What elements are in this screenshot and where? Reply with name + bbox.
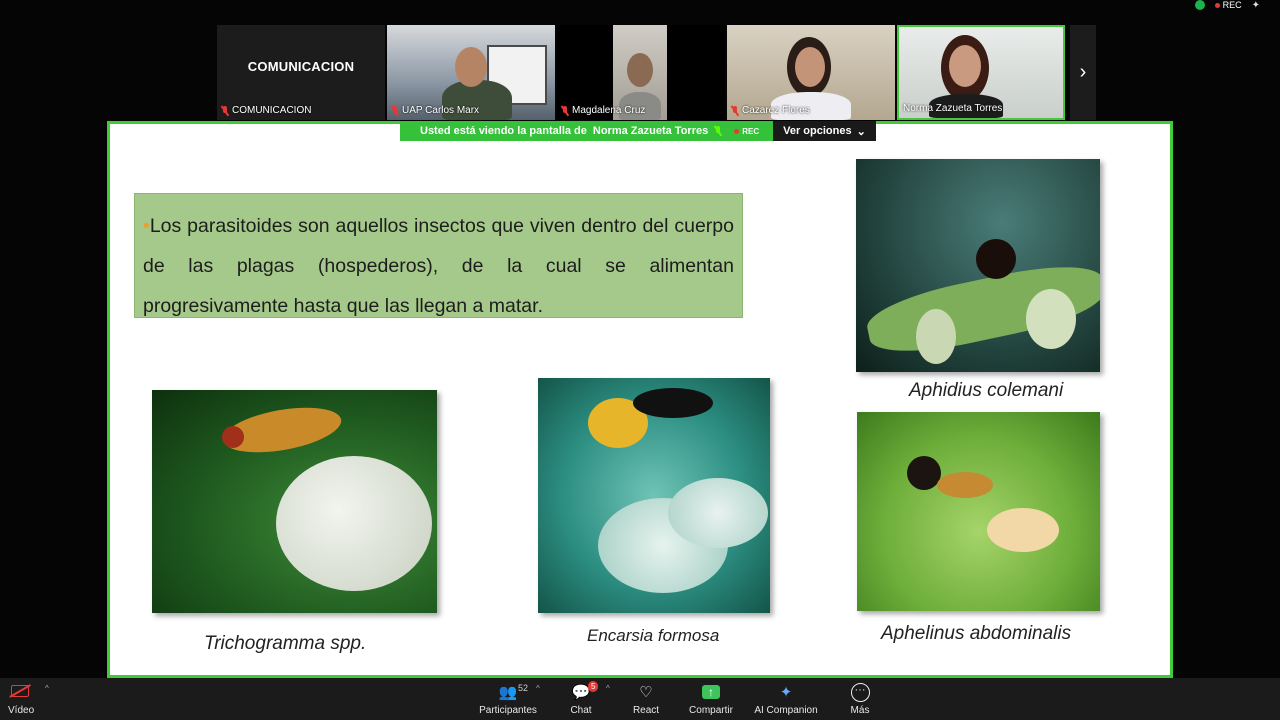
presenter-name: Norma Zazueta Torres [592,125,709,137]
video-button[interactable]: Vídeo [8,678,34,720]
caption-aphidius: Aphidius colemani [909,380,1064,401]
mic-icon [714,126,722,136]
bullet-icon: • [143,215,150,237]
encarsia-photo [538,378,770,613]
viewing-text: Usted está viendo la pantalla de [420,125,587,137]
participant-tile[interactable]: Magdalena Cruz [557,25,725,120]
recording-indicator: REC [1214,0,1242,10]
ai-sparkle-icon: ✦ [779,684,793,701]
share-arrow-icon: ↑ [702,685,720,699]
heart-icon: ♡ [639,684,653,701]
participant-tile-active-speaker[interactable]: Norma Zazueta Torres [897,25,1065,120]
participants-count: 52 [518,683,529,693]
caption-aphelinus: Aphelinus abdominalis [881,623,1072,644]
chat-unread-badge: 5 [588,681,599,692]
caption-encarsia: Encarsia formosa [587,626,720,645]
more-dots-icon: ··· [850,682,870,702]
banner-rec-indicator: REC [734,127,759,136]
mic-muted-icon [731,105,739,116]
view-options-button[interactable]: Ver opciones ⌄ [773,121,876,141]
aphelinus-photo [857,412,1100,611]
meeting-toolbar: Vídeo ^ 👥 52 ^ Participantes 💬 5 ^ Chat … [0,678,1280,720]
participant-tile[interactable]: Cazarez Flores [727,25,895,120]
sparkle-icon[interactable]: ✦ [1252,0,1260,11]
aphidius-photo [856,159,1100,372]
more-button[interactable]: ··· Más [826,678,894,720]
participant-name: Norma Zazueta Torres [903,103,1003,114]
participant-name: Magdalena Cruz [572,105,646,116]
participant-tile[interactable]: UAP Carlos Marx [387,25,555,120]
participant-name: Cazarez Flores [742,105,810,116]
chat-caret-icon[interactable]: ^ [606,684,610,693]
mic-muted-icon [561,105,569,116]
video-off-icon [11,685,29,697]
security-shield-icon[interactable] [1194,0,1205,10]
participant-strip: COMUNICACION COMUNICACION UAP Carlos Mar… [217,25,1065,120]
participant-name: COMUNICACION [232,105,312,116]
meeting-window: REC ✦ COMUNICACION COMUNICACION UAP Carl… [0,0,1280,720]
slide-text-box: •Los parasitoides son aquellos insectos … [134,193,743,318]
react-button[interactable]: ♡ React [616,678,676,720]
participants-icon: 👥 [498,684,518,701]
caption-trichogramma: Trichogramma spp. [204,633,367,654]
mic-muted-icon [221,105,229,116]
chat-button[interactable]: 💬 5 ^ Chat [546,678,616,720]
next-page-chevron-icon[interactable]: › [1070,25,1096,120]
participant-name: UAP Carlos Marx [402,105,480,116]
rec-dot-icon [1214,3,1220,8]
screen-share-banner: Usted está viendo la pantalla de Norma Z… [400,121,876,141]
mic-muted-icon [391,105,399,116]
video-options-caret-icon[interactable]: ^ [45,684,49,693]
chevron-down-icon: ⌄ [856,125,866,138]
participants-caret-icon[interactable]: ^ [536,684,540,693]
trichogramma-photo [152,390,437,613]
participants-button[interactable]: 👥 52 ^ Participantes [470,678,546,720]
ai-companion-button[interactable]: ✦ AI Companion [746,678,826,720]
top-status-bar: REC ✦ [1194,0,1260,11]
participant-tile[interactable]: COMUNICACION COMUNICACION [217,25,385,120]
share-screen-button[interactable]: ↑ Compartir [676,678,746,720]
slide-paragraph: Los parasitoides son aquellos insectos q… [143,215,734,317]
tile-title: COMUNICACION [247,59,355,74]
